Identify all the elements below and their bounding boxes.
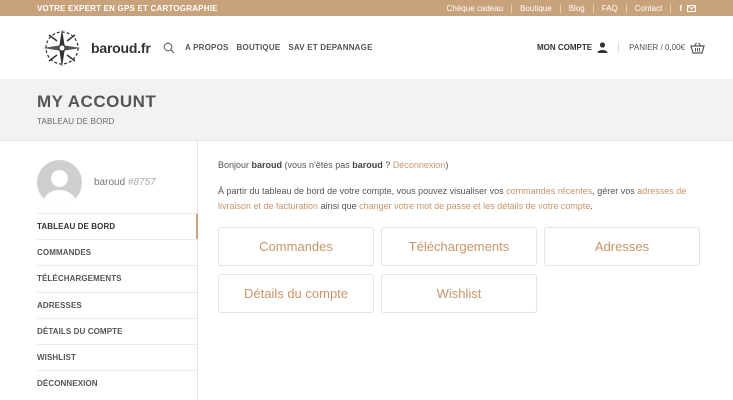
- top-link-boutique[interactable]: Boutique: [511, 3, 560, 13]
- sidebar-item-commandes[interactable]: COMMANDES: [37, 239, 197, 265]
- account-label: MON COMPTE: [537, 43, 593, 52]
- username: baroud: [94, 176, 126, 188]
- sidebar-item-telechargements[interactable]: TÉLÉCHARGEMENTS: [37, 265, 197, 291]
- sidebar-item-wishlist[interactable]: WISHLIST: [37, 343, 197, 370]
- main-nav: A PROPOS BOUTIQUE SAV ET DEPANNAGE: [163, 42, 373, 54]
- top-bar: VOTRE EXPERT EN GPS ET CARTOGRAPHIE Chèq…: [0, 0, 733, 16]
- top-links: Chèque cadeau Boutique Blog FAQ Contact …: [439, 3, 696, 13]
- avatar: [37, 159, 82, 205]
- social-links: f: [670, 3, 696, 13]
- tile-wishlist[interactable]: Wishlist: [381, 274, 537, 313]
- page-title-band: MY ACCOUNT TABLEAU DE BORD: [0, 80, 733, 141]
- sidebar-item-adresses[interactable]: ADRESSES: [37, 291, 197, 318]
- nav-a-propos[interactable]: A PROPOS: [185, 43, 229, 52]
- account-details-link[interactable]: changer votre mot de passe et les détail…: [359, 201, 590, 211]
- user-icon: [597, 42, 608, 53]
- cart-label: PANIER / 0,00€: [629, 43, 685, 52]
- user-id: #8757: [127, 176, 156, 188]
- mail-icon[interactable]: [687, 4, 696, 12]
- site-header: baroud.fr A PROPOS BOUTIQUE SAV ET DEPAN…: [0, 16, 733, 80]
- breadcrumb: TABLEAU DE BORD: [37, 117, 115, 126]
- logo-text: baroud.fr: [91, 39, 151, 56]
- recent-orders-link[interactable]: commandes récentes: [506, 186, 592, 196]
- sidebar-item-details-du-compte[interactable]: DÉTAILS DU COMPTE: [37, 317, 197, 344]
- dashboard-tiles: Commandes Téléchargements Adresses Détai…: [218, 227, 700, 313]
- user-name: baroud #8757: [94, 177, 156, 188]
- top-link-contact[interactable]: Contact: [625, 3, 671, 13]
- tagline: VOTRE EXPERT EN GPS ET CARTOGRAPHIE: [37, 3, 218, 13]
- greeting-text: Bonjour baroud (vous n'êtes pas baroud ?…: [218, 160, 449, 170]
- top-link-cheque-cadeau[interactable]: Chèque cadeau: [439, 4, 512, 13]
- intro-text: À partir du tableau de bord de votre com…: [218, 186, 687, 211]
- sidebar-item-tableau-de-bord[interactable]: TABLEAU DE BORD: [37, 213, 198, 240]
- account-content: baroud #8757 TABLEAU DE BORD COMMANDES T…: [0, 141, 733, 400]
- greeting-username: baroud: [251, 160, 283, 170]
- tile-telechargements[interactable]: Téléchargements: [381, 227, 537, 266]
- logo[interactable]: baroud.fr: [37, 23, 157, 73]
- top-link-faq[interactable]: FAQ: [592, 3, 626, 13]
- account-sidebar: baroud #8757 TABLEAU DE BORD COMMANDES T…: [37, 141, 198, 400]
- cart-link[interactable]: PANIER / 0,00€: [619, 42, 705, 54]
- nav-boutique[interactable]: BOUTIQUE: [237, 43, 281, 52]
- facebook-icon[interactable]: f: [679, 4, 682, 13]
- greeting-username-2: baroud: [352, 160, 383, 170]
- dashboard-main: Bonjour baroud (vous n'êtes pas baroud ?…: [198, 141, 700, 400]
- header-right: MON COMPTE PANIER / 0,00€: [537, 42, 705, 54]
- top-link-blog[interactable]: Blog: [559, 3, 593, 13]
- tile-adresses[interactable]: Adresses: [544, 227, 700, 266]
- tile-details-du-compte[interactable]: Détails du compte: [218, 274, 374, 313]
- nav-sav-depannage[interactable]: SAV ET DEPANNAGE: [288, 43, 372, 52]
- account-link[interactable]: MON COMPTE: [537, 42, 620, 53]
- tile-commandes[interactable]: Commandes: [218, 227, 374, 266]
- user-box: baroud #8757: [37, 155, 197, 209]
- logout-link[interactable]: Déconnexion: [393, 160, 446, 170]
- basket-icon: [690, 42, 705, 54]
- page-title: MY ACCOUNT: [37, 92, 157, 111]
- search-icon[interactable]: [163, 42, 175, 54]
- sidebar-item-deconnexion[interactable]: DÉCONNEXION: [37, 370, 197, 396]
- logo-icon: [43, 28, 81, 67]
